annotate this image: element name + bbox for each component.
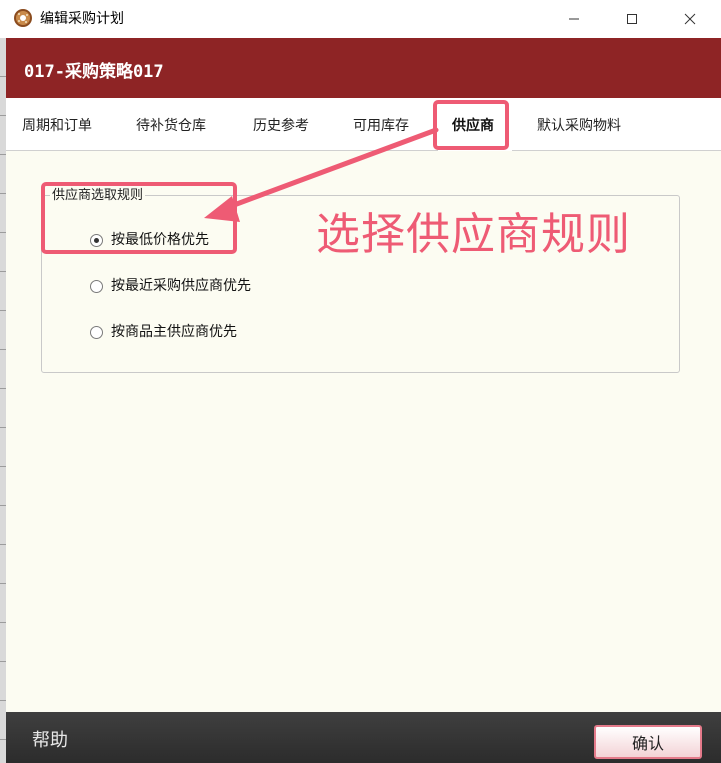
maximize-button[interactable]: [609, 0, 655, 38]
close-button[interactable]: [667, 0, 713, 38]
title-bar: 编辑采购计划: [0, 0, 721, 38]
donut-app-icon: [13, 8, 33, 28]
edit-purchase-plan-window: 编辑采购计划 017-采购策略017 周期和订单 待补货仓库 历史参考 可用库存…: [0, 0, 721, 763]
annotation-highlight-rule-group: [41, 182, 237, 254]
annotation-text: 选择供应商规则: [316, 209, 631, 260]
radio-recent-supplier[interactable]: 按最近采购供应商优先: [90, 277, 251, 295]
close-icon: [684, 13, 696, 25]
tab-available-stock[interactable]: 可用库存: [353, 117, 409, 135]
minimize-button[interactable]: [551, 0, 597, 38]
tab-cycle-and-orders[interactable]: 周期和订单: [22, 117, 92, 135]
maximize-icon: [627, 14, 637, 24]
minimize-icon: [569, 18, 579, 20]
strategy-title: 017-采购策略017: [24, 62, 164, 82]
radio-main-supplier[interactable]: 按商品主供应商优先: [90, 323, 237, 341]
window-title: 编辑采购计划: [40, 11, 124, 27]
radio-button[interactable]: [90, 279, 103, 293]
strategy-header: 017-采购策略017: [6, 38, 721, 98]
radio-label-main-supplier: 按商品主供应商优先: [111, 324, 237, 340]
help-button[interactable]: 帮助: [32, 730, 68, 752]
bottom-bar: 帮助 确认: [6, 712, 721, 763]
tab-default-purchase-items[interactable]: 默认采购物料: [537, 117, 621, 135]
tab-bar: 周期和订单 待补货仓库 历史参考 可用库存 供应商 默认采购物料: [6, 98, 721, 152]
confirm-button[interactable]: 确认: [594, 725, 702, 759]
tab-history-reference[interactable]: 历史参考: [253, 117, 309, 135]
radio-label-recent-supplier: 按最近采购供应商优先: [111, 278, 251, 294]
annotation-highlight-supplier-tab: [433, 100, 509, 150]
tab-replenish-warehouse[interactable]: 待补货仓库: [136, 117, 206, 135]
radio-button[interactable]: [90, 325, 103, 339]
